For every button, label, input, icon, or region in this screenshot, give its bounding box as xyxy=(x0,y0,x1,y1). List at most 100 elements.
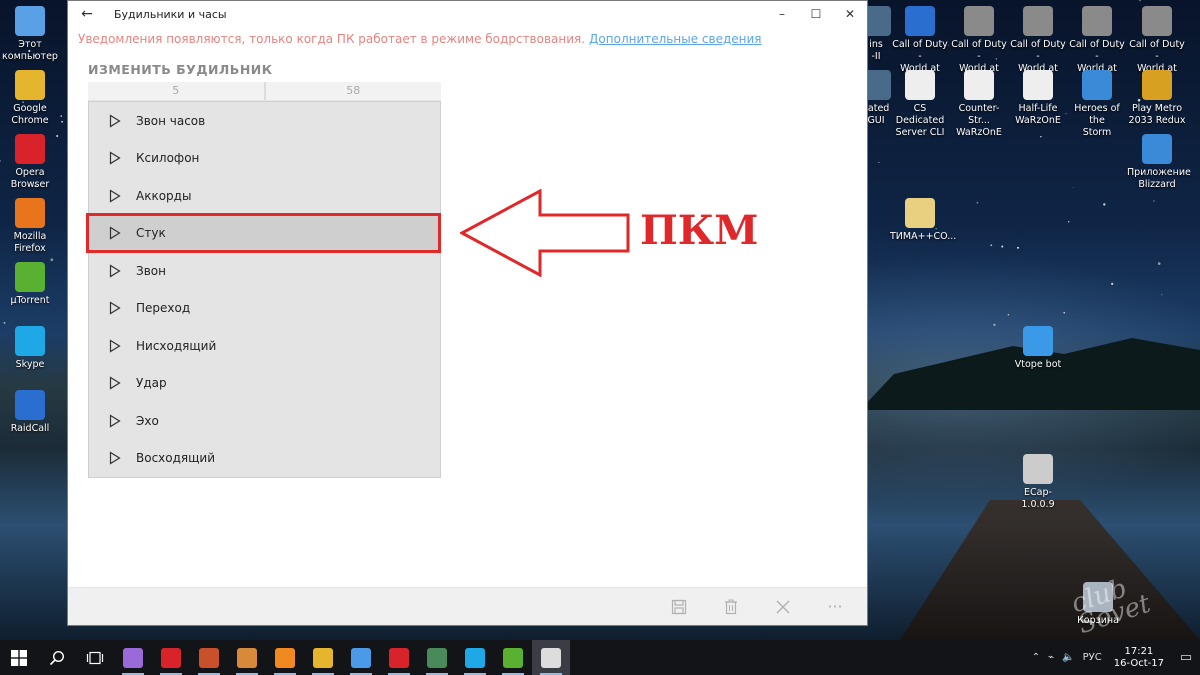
taskbar-app-notes[interactable] xyxy=(266,640,304,675)
desktop-shortcut[interactable]: Skype xyxy=(0,326,60,371)
taskbar-app-acrobat[interactable] xyxy=(152,640,190,675)
sound-item[interactable]: Аккорды xyxy=(89,177,440,215)
desktop-shortcut-vtope[interactable]: Vtope bot xyxy=(1008,326,1068,371)
sound-item[interactable]: Звон xyxy=(89,252,440,290)
notification-notice: Уведомления появляются, только когда ПК … xyxy=(78,32,762,46)
sound-item[interactable]: Переход xyxy=(89,290,440,328)
search-button[interactable] xyxy=(38,640,76,675)
hour-value[interactable]: 5 xyxy=(88,82,266,100)
more-button[interactable]: ··· xyxy=(809,588,861,626)
alarms-icon xyxy=(541,647,561,668)
desktop-shortcut-tima[interactable]: ТИМА++CO... xyxy=(890,198,957,243)
desktop-icon-label: CS Dedicated Server CLI xyxy=(895,103,945,138)
taskbar-app-visual-studio[interactable] xyxy=(114,640,152,675)
play-icon[interactable] xyxy=(89,414,136,428)
play-icon[interactable] xyxy=(89,451,136,465)
desktop-shortcut-icon xyxy=(964,70,994,100)
desktop-shortcut[interactable]: Mozilla Firefox xyxy=(0,198,60,255)
utorrent-icon xyxy=(503,647,523,668)
time-picker[interactable]: 5 58 xyxy=(88,82,441,101)
desktop-shortcut-icon xyxy=(1142,70,1172,100)
desktop-shortcut[interactable]: Counter-Str... WaRzOnE xyxy=(949,70,1009,139)
desktop-shortcut[interactable]: Opera Browser xyxy=(0,134,60,191)
back-button[interactable]: ← xyxy=(68,1,106,27)
sound-label: Стук xyxy=(136,226,166,241)
desktop-icon-label: Skype xyxy=(15,359,45,370)
keyboard-icon xyxy=(427,647,447,668)
play-icon[interactable] xyxy=(89,376,136,390)
sound-label: Удар xyxy=(136,376,167,391)
desktop-icon-label: ТИМА++CO... xyxy=(890,231,957,242)
minute-value[interactable]: 58 xyxy=(266,82,442,100)
taskbar-app-keyboard[interactable] xyxy=(418,640,456,675)
minimize-button[interactable]: – xyxy=(765,1,799,27)
volume-icon[interactable]: 🔈 xyxy=(1058,652,1078,663)
desktop-shortcut[interactable]: µTorrent xyxy=(0,262,60,307)
taskbar-app-paint[interactable] xyxy=(342,640,380,675)
sound-item[interactable]: Удар xyxy=(89,365,440,403)
taskbar-app-alarms[interactable] xyxy=(532,640,570,675)
play-icon[interactable] xyxy=(89,189,136,203)
sound-label: Эхо xyxy=(136,413,159,428)
star xyxy=(1017,246,1019,249)
star xyxy=(50,258,54,262)
close-button[interactable]: ✕ xyxy=(833,1,867,27)
play-icon[interactable] xyxy=(89,226,136,240)
desktop-shortcut-icon xyxy=(1082,6,1112,36)
window-titlebar: ← Будильники и часы – ☐ ✕ xyxy=(68,1,867,27)
desktop-shortcut[interactable]: Play Metro 2033 Redux xyxy=(1127,70,1187,127)
desktop-shortcut[interactable]: RaidCall xyxy=(0,390,60,435)
desktop-shortcut[interactable]: Heroes of the Storm xyxy=(1067,70,1127,139)
delete-button[interactable] xyxy=(705,588,757,626)
desktop-icon-label: Play Metro 2033 Redux xyxy=(1128,103,1186,126)
taskbar-app-utorrent[interactable] xyxy=(494,640,532,675)
alarms-window: ← Будильники и часы – ☐ ✕ Уведомления по… xyxy=(67,0,868,626)
star xyxy=(1103,203,1106,206)
sound-item[interactable]: Ксилофон xyxy=(89,140,440,178)
network-icon[interactable]: ⌁ xyxy=(1044,652,1058,663)
desktop-shortcut[interactable]: Half-Life WaRzOnE xyxy=(1008,70,1068,127)
desktop-shortcut-ecap[interactable]: ECap-1.0.0.9 xyxy=(1008,454,1068,511)
action-center-icon[interactable]: ▭ xyxy=(1172,650,1200,665)
desktop-icon-label: Counter-Str... WaRzOnE xyxy=(956,103,1002,138)
desktop-shortcut[interactable]: CS Dedicated Server CLI xyxy=(890,70,950,139)
language-indicator[interactable]: РУС xyxy=(1079,652,1106,663)
annotation-arrow-icon xyxy=(460,189,630,277)
desktop-shortcut-blizzard[interactable]: Приложение Blizzard xyxy=(1127,134,1191,191)
star xyxy=(1157,262,1161,265)
cancel-button[interactable] xyxy=(757,588,809,626)
clock[interactable]: 17:21 16-Oct-17 xyxy=(1106,646,1172,670)
desktop-shortcut[interactable]: Этот компьютер xyxy=(0,6,60,63)
star xyxy=(1139,0,1141,2)
star xyxy=(993,323,996,327)
sound-item[interactable]: Стук xyxy=(89,214,440,252)
start-button[interactable] xyxy=(0,640,38,675)
sound-item[interactable]: Нисходящий xyxy=(89,327,440,365)
desktop-shortcut-blizzard-icon xyxy=(1142,134,1172,164)
task-view-button[interactable] xyxy=(76,640,114,675)
desktop-shortcut-icon xyxy=(15,262,45,292)
sound-item[interactable]: Звон часов xyxy=(89,102,440,140)
taskbar-app-tools[interactable] xyxy=(190,640,228,675)
play-icon[interactable] xyxy=(89,339,136,353)
taskbar-app-disc[interactable] xyxy=(228,640,266,675)
maximize-button[interactable]: ☐ xyxy=(799,1,833,27)
taskbar-app-skype[interactable] xyxy=(456,640,494,675)
save-button[interactable] xyxy=(653,588,705,626)
taskbar-app-chrome[interactable] xyxy=(304,640,342,675)
sound-item[interactable]: Восходящий xyxy=(89,440,440,478)
desktop-shortcut[interactable]: Google Chrome xyxy=(0,70,60,127)
play-icon[interactable] xyxy=(89,114,136,128)
skype-icon xyxy=(465,647,485,668)
star xyxy=(1040,135,1042,138)
taskbar-app-opera[interactable] xyxy=(380,640,418,675)
play-icon[interactable] xyxy=(89,301,136,315)
sound-label: Ксилофон xyxy=(136,151,200,166)
sound-item[interactable]: Эхо xyxy=(89,402,440,440)
play-icon[interactable] xyxy=(89,151,136,165)
tray-chevron-icon[interactable]: ⌃ xyxy=(1028,652,1044,663)
sound-label: Восходящий xyxy=(136,451,216,466)
more-info-link[interactable]: Дополнительные сведения xyxy=(589,32,761,46)
play-icon[interactable] xyxy=(89,264,136,278)
star xyxy=(1161,294,1163,296)
